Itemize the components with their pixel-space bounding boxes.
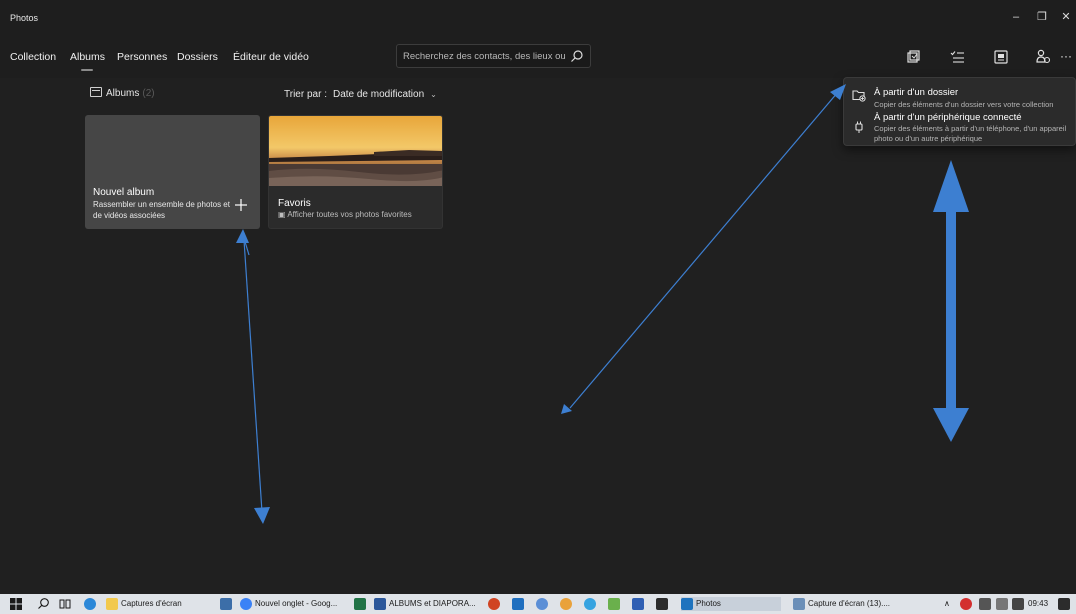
- photoshop-icon[interactable]: [512, 598, 524, 610]
- section-label: Albums: [106, 88, 140, 99]
- notification-icon[interactable]: [1058, 598, 1070, 610]
- network-icon[interactable]: [979, 598, 991, 610]
- favorites-subtitle: ▣ Afficher toutes vos photos favorites: [278, 210, 412, 219]
- menu-item-title: À partir d'un périphérique connecté: [874, 112, 1022, 123]
- plus-icon: [235, 199, 247, 211]
- tab-editeur-video[interactable]: Éditeur de vidéo: [233, 51, 309, 63]
- volume-icon[interactable]: [1012, 598, 1024, 610]
- tab-dossiers[interactable]: Dossiers: [177, 51, 218, 63]
- more-icon[interactable]: ···: [1060, 49, 1072, 63]
- edge-icon[interactable]: [84, 598, 96, 610]
- new-album-title: Nouvel album: [93, 187, 155, 198]
- new-album-description: Rassembler un ensemble de photos et de v…: [93, 200, 230, 220]
- powerpoint-icon[interactable]: [488, 598, 500, 610]
- title-bar: Photos – ❐ ✕: [0, 0, 1076, 36]
- taskbar-app-captures[interactable]: Captures d'écran: [106, 597, 182, 611]
- windows-taskbar: Captures d'écran Nouvel onglet - Goog...…: [0, 594, 1076, 614]
- people-icon[interactable]: [1032, 46, 1054, 68]
- wifi-icon[interactable]: [996, 598, 1008, 610]
- folder-icon: [852, 90, 866, 102]
- taskbar-app-label: ALBUMS et DIAPORA...: [389, 599, 476, 608]
- taskbar-app-word[interactable]: ALBUMS et DIAPORA...: [374, 597, 476, 611]
- chrome-icon: [240, 598, 252, 610]
- app-icon[interactable]: [560, 598, 572, 610]
- arrow-vertical-thick: [933, 160, 969, 442]
- app-title: Photos: [10, 13, 39, 23]
- arrow-left: [236, 229, 270, 524]
- import-icon[interactable]: [902, 46, 924, 68]
- clock[interactable]: 09:43: [1028, 597, 1048, 611]
- taskbar-app-capture[interactable]: Capture d'écran (13)....: [793, 597, 890, 611]
- word-icon: [374, 598, 386, 610]
- favorites-subtitle-text: Afficher toutes vos photos favorites: [287, 210, 412, 219]
- selected-tab-indicator: [81, 69, 93, 71]
- antivirus-icon[interactable]: [960, 598, 972, 610]
- image-icon: [793, 598, 805, 610]
- sort-value: Date de modification: [332, 89, 425, 100]
- arrow-diagonal: [561, 84, 846, 414]
- taskbar-app-photos[interactable]: Photos: [681, 597, 781, 611]
- search-input[interactable]: Recherchez des contacts, des lieux ou: [396, 44, 591, 68]
- favorites-thumbnail: [269, 116, 442, 186]
- tab-albums[interactable]: Albums: [70, 51, 105, 63]
- taskbar-app-label: Captures d'écran: [121, 599, 182, 608]
- app-icon[interactable]: [656, 598, 668, 610]
- tray-expand-icon[interactable]: ∧: [944, 597, 950, 611]
- album-count: (2): [142, 88, 155, 99]
- search-placeholder: Recherchez des contacts, des lieux ou: [403, 51, 566, 62]
- taskbar-app-label: Capture d'écran (13)....: [808, 599, 891, 608]
- new-album-card[interactable]: Nouvel album Rassembler un ensemble de p…: [85, 115, 260, 229]
- favorites-album-card[interactable]: Favoris ▣ Afficher toutes vos photos fav…: [268, 115, 443, 229]
- import-from-device[interactable]: À partir d'un périphérique connecté Copi…: [844, 111, 1076, 145]
- album-icon: [90, 87, 102, 97]
- tab-personnes[interactable]: Personnes: [117, 51, 167, 63]
- windows-start-icon[interactable]: [10, 598, 22, 610]
- favorites-title: Favoris: [278, 198, 311, 209]
- tab-collection[interactable]: Collection: [10, 51, 56, 63]
- menu-item-description: Copier des éléments à partir d'un téléph…: [874, 124, 1067, 143]
- folder-icon: [106, 598, 118, 610]
- app-icon[interactable]: [536, 598, 548, 610]
- maximize-button[interactable]: ❐: [1030, 6, 1054, 28]
- excel-icon[interactable]: [354, 598, 366, 610]
- slideshow-icon[interactable]: [990, 46, 1012, 68]
- taskbar-app-chrome[interactable]: Nouvel onglet - Goog...: [240, 597, 337, 611]
- app-icon[interactable]: [632, 598, 644, 610]
- menu-item-description: Copier des éléments d'un dossier vers vo…: [874, 100, 1054, 109]
- nav-bar: Collection Albums Personnes Dossiers Édi…: [0, 36, 1076, 78]
- taskbar-search-icon[interactable]: [37, 597, 50, 610]
- search-icon[interactable]: [570, 49, 584, 63]
- import-menu: À partir d'un dossier Copier des élément…: [843, 77, 1076, 146]
- sort-dropdown[interactable]: Trier par : Date de modification ⌄: [284, 89, 437, 100]
- close-button[interactable]: ✕: [1054, 6, 1076, 28]
- chevron-down-icon: ⌄: [430, 90, 437, 99]
- calendar-icon[interactable]: [220, 598, 232, 610]
- app-icon[interactable]: [584, 598, 596, 610]
- albums-section-header: Albums (2): [90, 87, 155, 99]
- import-from-folder[interactable]: À partir d'un dossier Copier des élément…: [844, 83, 1076, 111]
- minimize-button[interactable]: –: [1004, 6, 1028, 28]
- app-icon[interactable]: [608, 598, 620, 610]
- taskbar-app-label: Photos: [696, 599, 721, 608]
- usb-plug-icon: [855, 121, 863, 133]
- task-view-icon[interactable]: [59, 598, 71, 610]
- sort-label: Trier par :: [284, 89, 327, 100]
- menu-item-title: À partir d'un dossier: [874, 87, 959, 98]
- photos-icon: [681, 598, 693, 610]
- select-icon[interactable]: [946, 46, 968, 68]
- taskbar-app-label: Nouvel onglet - Goog...: [255, 599, 338, 608]
